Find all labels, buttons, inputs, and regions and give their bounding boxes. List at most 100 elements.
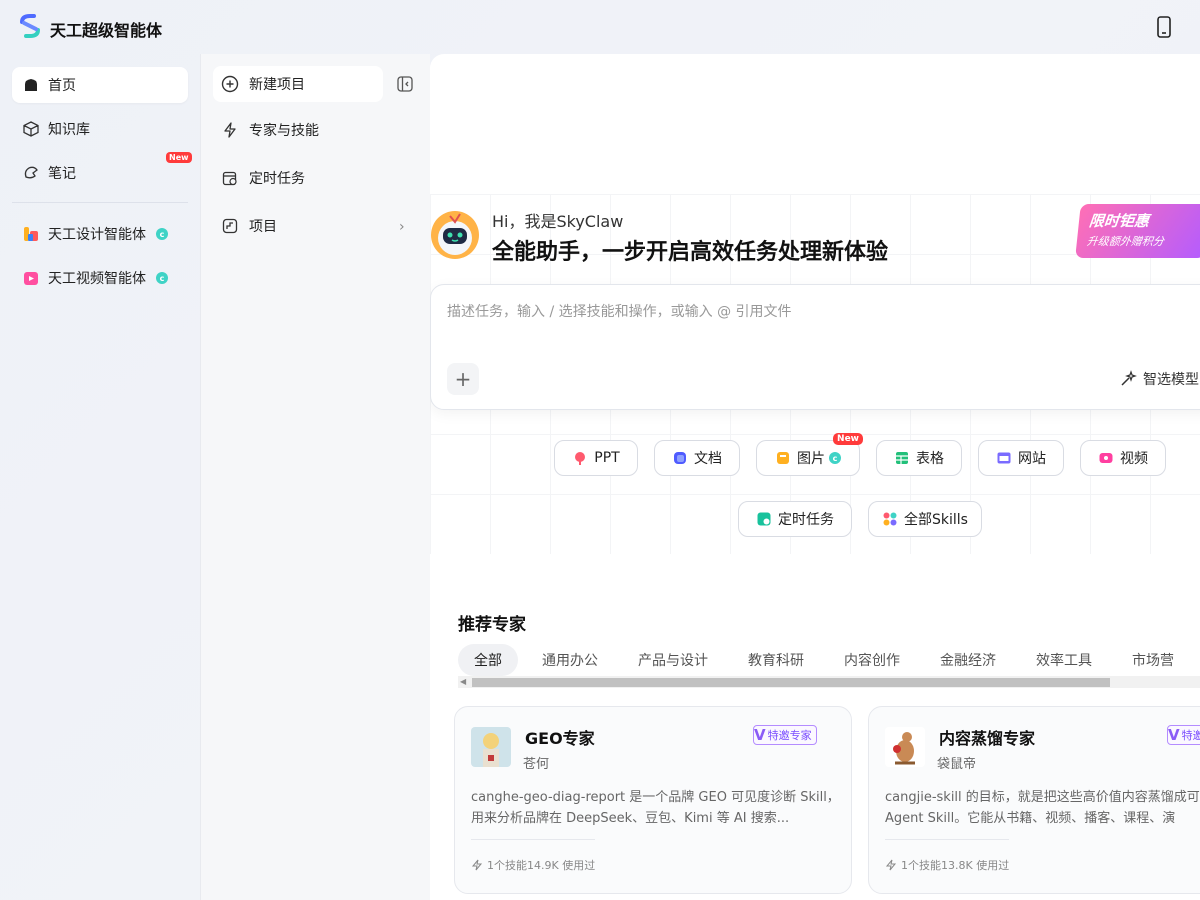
chip-label: 全部Skills: [904, 512, 968, 528]
main-content: Hi，我是SkyClaw 全能助手，一步开启高效任务处理新体验 限时钜惠 升级额…: [430, 54, 1200, 900]
add-attachment-button[interactable]: +: [447, 363, 479, 395]
sidebar-item-design-agent[interactable]: 天工设计智能体 c: [12, 216, 188, 252]
panel-item-label: 专家与技能: [249, 123, 319, 139]
chip-label: 视频: [1120, 451, 1148, 467]
chip-video[interactable]: 视频: [1080, 440, 1166, 476]
c-badge-icon: c: [156, 228, 168, 240]
calendar-clock-icon: [221, 169, 239, 187]
model-selector[interactable]: 智选模型: [1119, 369, 1199, 389]
tab-education[interactable]: 教育科研: [732, 644, 820, 676]
tab-office[interactable]: 通用办公: [526, 644, 614, 676]
panel-item-scheduled-tasks[interactable]: 定时任务: [213, 160, 383, 196]
promo-banner[interactable]: 限时钜惠 升级额外赠积分: [1075, 204, 1200, 258]
tab-efficiency[interactable]: 效率工具: [1020, 644, 1108, 676]
scroll-thumb[interactable]: [472, 678, 1110, 687]
v-badge-icon: V: [754, 726, 766, 744]
panel-item-label: 新建项目: [249, 77, 305, 93]
chip-image[interactable]: 图片 c New: [756, 433, 863, 476]
chip-ppt[interactable]: PPT: [554, 440, 638, 476]
v-badge-icon: V: [1168, 726, 1180, 744]
tab-finance[interactable]: 金融经济: [924, 644, 1012, 676]
tab-product-design[interactable]: 产品与设计: [622, 644, 724, 676]
skills-icon: [882, 511, 898, 527]
sidebar-item-label: 知识库: [48, 122, 90, 138]
c-badge-icon: c: [829, 452, 841, 464]
video-agent-icon: [22, 269, 40, 287]
card-divider: [885, 839, 1009, 840]
panel-item-label: 项目: [249, 219, 277, 235]
sidebar-item-notes[interactable]: 笔记: [12, 155, 188, 191]
lightning-icon: [221, 121, 239, 139]
mobile-icon[interactable]: [1154, 16, 1174, 38]
chip-all-skills[interactable]: 全部Skills: [868, 501, 982, 537]
ppt-icon: [572, 450, 588, 466]
website-icon: [996, 450, 1012, 466]
tabs-scrollbar[interactable]: ◀: [458, 676, 1200, 688]
sidebar-item-label: 笔记: [48, 166, 76, 182]
chip-label: 表格: [916, 451, 944, 467]
expert-author: 苍何: [523, 757, 550, 772]
expert-description: cangjie-skill 的目标，就是把这些高价值内容蒸馏成可复用的 Agen…: [885, 790, 1200, 826]
expert-category-tabs: 全部 通用办公 产品与设计 教育科研 内容创作 金融经济 效率工具 市场营: [458, 644, 1198, 676]
card-divider: [471, 839, 595, 840]
top-bar: 天工超级智能体: [0, 0, 1200, 54]
recommend-title: 推荐专家: [458, 615, 526, 635]
project-panel: 新建项目 专家与技能 定时任务 项目 ›: [200, 54, 430, 900]
chip-table[interactable]: 表格: [876, 440, 962, 476]
new-project-button[interactable]: 新建项目: [213, 66, 383, 102]
expert-avatar: [471, 727, 511, 767]
badge-label: 特邀专家: [1181, 729, 1200, 742]
greeting-text: Hi，我是SkyClaw: [492, 212, 624, 231]
collapse-panel-icon[interactable]: [397, 76, 413, 92]
panel-item-projects[interactable]: 项目: [213, 208, 383, 244]
chip-label: PPT: [594, 450, 620, 466]
skyclaw-avatar: [431, 211, 479, 259]
video-icon: [1098, 450, 1114, 466]
left-sidebar: 首页 知识库 笔记 New 天工设计智能体 c 天工视频智能体 c: [0, 54, 200, 900]
expert-card[interactable]: 内容蒸馏专家 袋鼠帝 V 特邀专家 cangjie-skill 的目标，就是把这…: [868, 706, 1200, 894]
model-selector-label: 智选模型: [1143, 372, 1199, 388]
expert-name: 内容蒸馏专家: [939, 729, 1036, 748]
tab-content[interactable]: 内容创作: [828, 644, 916, 676]
chip-label: 网站: [1018, 451, 1046, 467]
project-icon: [221, 217, 239, 235]
chip-label: 图片: [797, 451, 825, 467]
expert-card[interactable]: GEO专家 苍何 V 特邀专家 canghe-geo-diag-report 是…: [454, 706, 852, 894]
table-icon: [894, 450, 910, 466]
task-input-placeholder[interactable]: 描述任务，输入 / 选择技能和操作，或输入 @ 引用文件: [447, 301, 792, 321]
doc-icon: [672, 450, 688, 466]
chip-doc[interactable]: 文档: [654, 440, 740, 476]
app-logo-icon: [20, 14, 40, 38]
new-badge: New: [166, 152, 192, 163]
plus-circle-icon: [221, 75, 239, 93]
note-icon: [22, 164, 40, 182]
chip-website[interactable]: 网站: [978, 440, 1064, 476]
sidebar-divider: [12, 202, 188, 203]
tab-all[interactable]: 全部: [458, 644, 518, 676]
design-agent-icon: [22, 225, 40, 243]
task-input-box[interactable]: 描述任务，输入 / 选择技能和操作，或输入 @ 引用文件 + 智选模型: [430, 284, 1200, 410]
expert-meta-text: 1个技能13.8K 使用过: [901, 859, 1010, 872]
lightning-icon: [471, 859, 483, 871]
c-badge-icon: c: [156, 272, 168, 284]
scroll-left-icon[interactable]: ◀: [460, 677, 466, 686]
sidebar-item-home[interactable]: 首页: [12, 67, 188, 103]
expert-name: GEO专家: [525, 729, 595, 748]
expert-description: canghe-geo-diag-report 是一个品牌 GEO 可见度诊断 S…: [471, 790, 840, 826]
sidebar-item-label: 天工设计智能体: [48, 227, 146, 243]
image-icon: [775, 450, 791, 466]
expert-meta-text: 1个技能14.9K 使用过: [487, 859, 596, 872]
chevron-right-icon[interactable]: ›: [399, 219, 405, 235]
expert-author: 袋鼠帝: [937, 757, 977, 772]
sidebar-item-label: 首页: [48, 78, 76, 94]
lightning-icon: [885, 859, 897, 871]
schedule-icon: [756, 511, 772, 527]
tab-marketing[interactable]: 市场营: [1116, 644, 1190, 676]
cube-icon: [22, 120, 40, 138]
expert-meta: 1个技能13.8K 使用过: [885, 857, 1009, 873]
panel-item-experts-skills[interactable]: 专家与技能: [213, 112, 383, 148]
chip-scheduled-task[interactable]: 定时任务: [738, 501, 852, 537]
headline: 全能助手，一步开启高效任务处理新体验: [492, 240, 889, 265]
sidebar-item-knowledge[interactable]: 知识库: [12, 111, 188, 147]
sidebar-item-video-agent[interactable]: 天工视频智能体 c: [12, 260, 188, 296]
